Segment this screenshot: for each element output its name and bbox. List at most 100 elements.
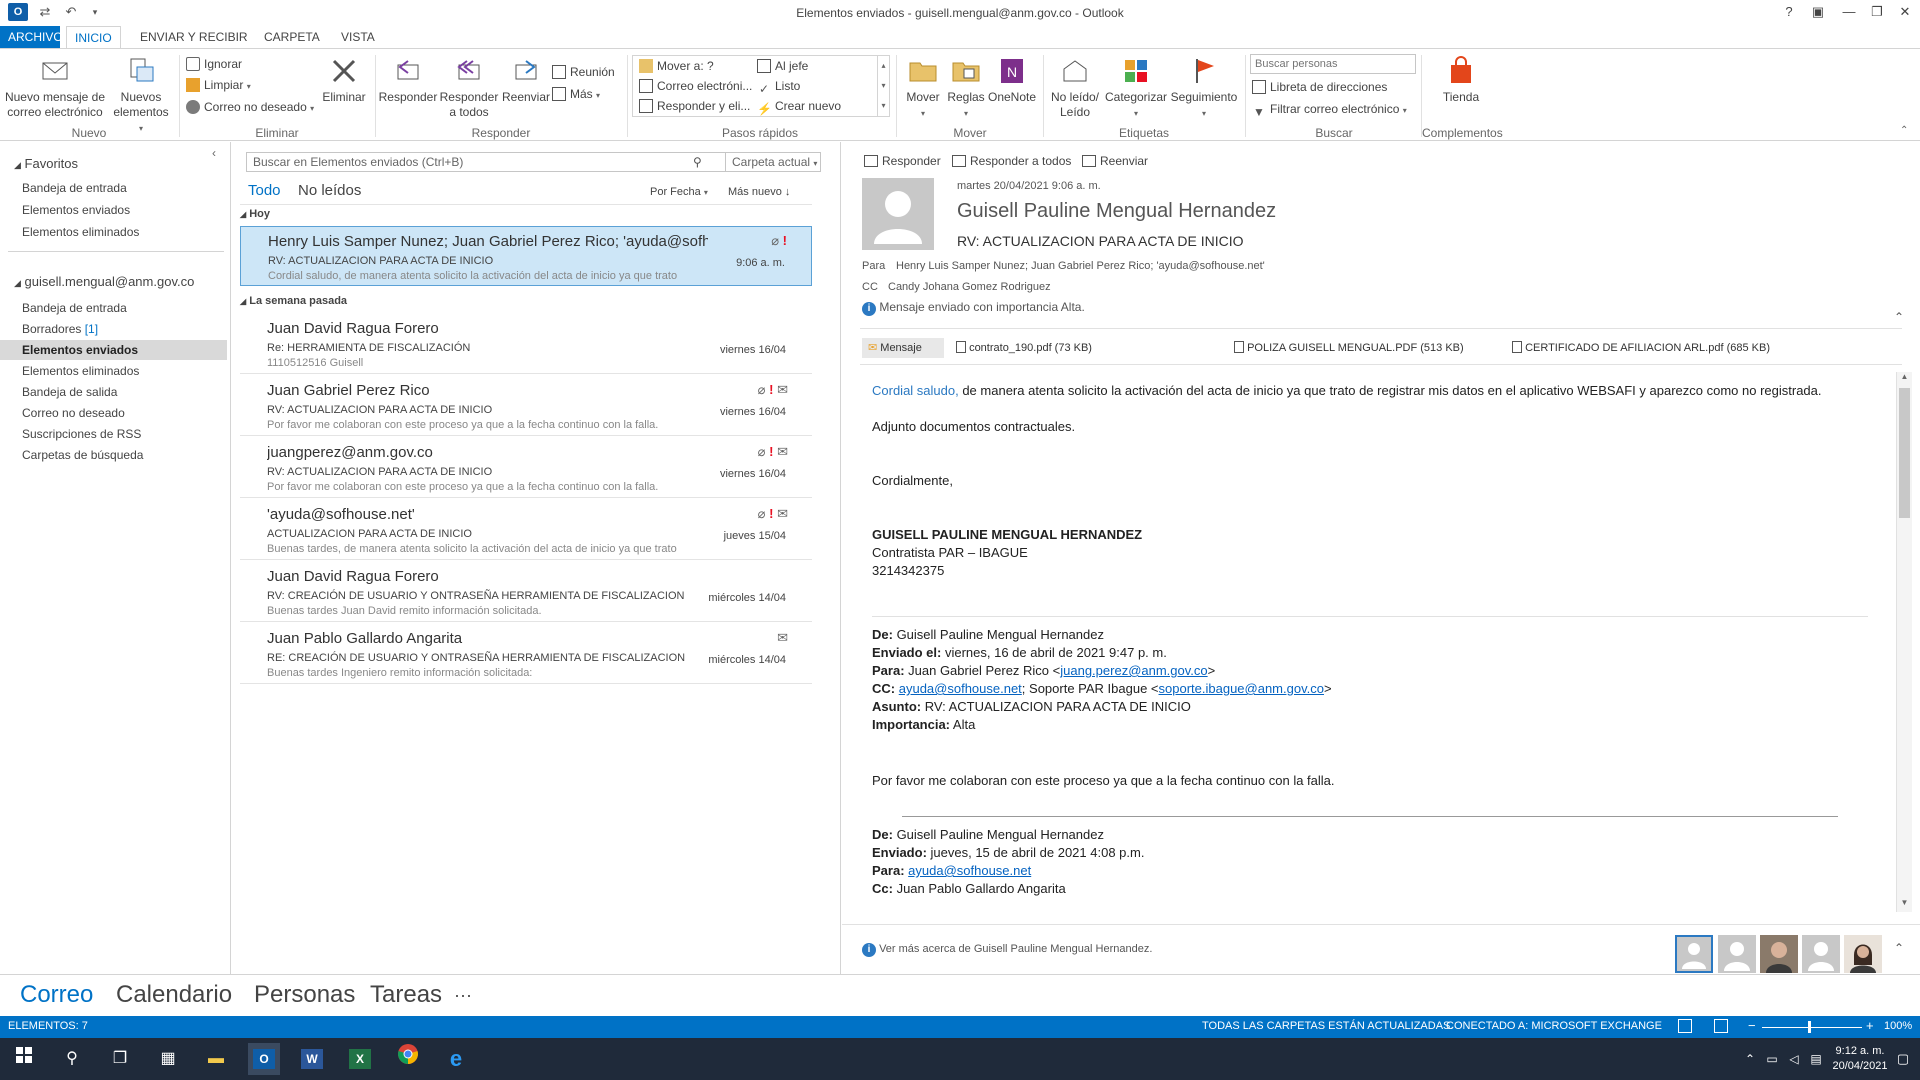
list-item[interactable]: Juan David Ragua Forero RV: CREACIÓN DE …: [240, 562, 812, 622]
store-button[interactable]: Tienda: [1428, 55, 1494, 105]
address-book-button[interactable]: Libreta de direcciones: [1252, 78, 1387, 96]
quick-steps-scrollbar[interactable]: ▴ ▾ ▾: [877, 56, 889, 116]
qs-boss-item[interactable]: Al jefe: [757, 57, 808, 75]
email-link[interactable]: ayuda@sofhouse.net: [908, 863, 1031, 878]
restore-button[interactable]: ❐: [1864, 2, 1890, 22]
edge-icon[interactable]: e: [440, 1043, 472, 1075]
taskbar-search-icon[interactable]: ⚲: [56, 1043, 88, 1075]
fav-item-inbox[interactable]: Bandeja de entrada: [0, 178, 227, 198]
search-scope-dropdown[interactable]: Carpeta actual ▾: [725, 153, 821, 171]
reading-forward-button[interactable]: Reenviar: [1082, 154, 1148, 168]
nav-more-options[interactable]: ···: [454, 985, 472, 1006]
calculator-icon[interactable]: ▦: [152, 1043, 184, 1075]
show-hidden-icons[interactable]: ⌃: [1740, 1043, 1760, 1075]
list-item[interactable]: 'ayuda@sofhouse.net' ⌀ ! ✉ ACTUALIZACION…: [240, 500, 812, 560]
reading-reply-all-button[interactable]: Responder a todos: [952, 154, 1071, 168]
search-people-input[interactable]: [1250, 54, 1416, 74]
nav-item-rss[interactable]: Suscripciones de RSS: [0, 424, 227, 444]
search-icon[interactable]: ⚲: [693, 153, 702, 171]
ribbon-display-icon[interactable]: ▣: [1805, 2, 1831, 22]
filter-all[interactable]: Todo: [248, 182, 281, 199]
file-explorer-icon[interactable]: ▬: [200, 1043, 232, 1075]
move-button[interactable]: Mover ▾: [900, 55, 946, 121]
people-more-info[interactable]: i Ver más acerca de Guisell Pauline Meng…: [862, 943, 1152, 957]
zoom-in-icon[interactable]: +: [1866, 1018, 1874, 1033]
sender-avatar[interactable]: [862, 178, 934, 250]
person-avatar[interactable]: [1802, 935, 1840, 973]
qs-new-item[interactable]: ⚡ Crear nuevo: [757, 97, 841, 116]
sort-order-toggle[interactable]: Más nuevo ↓: [728, 186, 790, 198]
chrome-icon[interactable]: [392, 1043, 424, 1075]
nav-item-junk[interactable]: Correo no deseado: [0, 403, 227, 423]
rules-button[interactable]: Reglas ▾: [946, 55, 986, 121]
excel-icon[interactable]: X: [344, 1043, 376, 1075]
group-header-today[interactable]: ◢ Hoy: [240, 208, 270, 220]
mail-search-box[interactable]: Buscar en Elementos enviados (Ctrl+B) ⚲ …: [246, 152, 821, 172]
filter-email-button[interactable]: ▼ Filtrar correo electrónico ▾: [1252, 100, 1407, 119]
nav-item-sent[interactable]: Elementos enviados: [0, 340, 227, 360]
junk-button[interactable]: Correo no deseado ▾: [186, 98, 314, 116]
network-icon[interactable]: ▭: [1762, 1043, 1782, 1075]
group-header-last-week[interactable]: ◢ La semana pasada: [240, 295, 347, 307]
new-items-button[interactable]: Nuevos elementos ▾: [112, 55, 170, 136]
email-link[interactable]: soporte.ibague@anm.gov.co: [1159, 681, 1324, 696]
scroll-down-icon[interactable]: ▼: [1897, 898, 1912, 912]
collapse-ribbon-icon[interactable]: ⌃: [1900, 125, 1908, 136]
fav-item-deleted[interactable]: Elementos eliminados: [0, 222, 227, 242]
onenote-button[interactable]: N OneNote: [986, 55, 1038, 105]
windows-start-icon[interactable]: [8, 1043, 40, 1075]
attachment-message-tab[interactable]: ✉ Mensaje: [862, 338, 944, 358]
filter-unread[interactable]: No leídos: [298, 182, 361, 199]
system-clock[interactable]: 9:12 a. m. 20/04/2021: [1832, 1044, 1888, 1074]
account-header[interactable]: ◢ guisell.mengual@anm.gov.co: [14, 274, 194, 289]
expand-people-pane-icon[interactable]: ⌃: [1894, 941, 1904, 955]
nav-item-drafts[interactable]: Borradores [1]: [0, 319, 227, 339]
scroll-thumb[interactable]: [1899, 388, 1910, 518]
attachment-file[interactable]: contrato_190.pdf (73 KB): [956, 338, 1092, 358]
list-item[interactable]: Juan Gabriel Perez Rico ⌀ ! ✉ RV: ACTUAL…: [240, 376, 812, 436]
nav-mail[interactable]: Correo: [20, 981, 93, 1009]
task-view-icon[interactable]: ❐: [104, 1043, 136, 1075]
delete-button[interactable]: Eliminar: [318, 55, 370, 105]
cc-recipients[interactable]: Candy Johana Gomez Rodriguez: [888, 281, 1051, 293]
nav-calendar[interactable]: Calendario: [116, 981, 232, 1009]
nav-item-inbox[interactable]: Bandeja de entrada: [0, 298, 227, 318]
tab-carpeta[interactable]: CARPETA: [256, 26, 328, 48]
nav-people[interactable]: Personas: [254, 981, 355, 1009]
ignore-button[interactable]: Ignorar: [186, 55, 242, 73]
attachment-file[interactable]: CERTIFICADO DE AFILIACION ARL.pdf (685 K…: [1512, 338, 1770, 358]
unread-read-button[interactable]: No leído/ Leído: [1046, 55, 1104, 120]
person-avatar[interactable]: [1675, 935, 1713, 973]
input-language-icon[interactable]: ▤: [1806, 1043, 1826, 1075]
reply-button[interactable]: Responder: [378, 55, 438, 105]
more-respond-button[interactable]: Más ▾: [552, 85, 600, 103]
zoom-slider[interactable]: [1762, 1027, 1862, 1028]
favorites-header[interactable]: ◢ Favoritos: [14, 156, 78, 171]
email-link[interactable]: ayuda@sofhouse.net: [899, 681, 1022, 696]
nav-tasks[interactable]: Tareas: [370, 981, 442, 1009]
attachment-file[interactable]: POLIZA GUISELL MENGUAL.PDF (513 KB): [1234, 338, 1464, 358]
outlook-taskbar-icon[interactable]: O: [248, 1043, 280, 1075]
followup-button[interactable]: Seguimiento ▾: [1168, 55, 1240, 121]
tab-archivo[interactable]: ARCHIVO: [0, 26, 63, 48]
sort-by-dropdown[interactable]: Por Fecha ▾: [650, 186, 708, 198]
meeting-button[interactable]: Reunión: [552, 63, 615, 81]
notifications-icon[interactable]: ▢: [1890, 1043, 1916, 1075]
sender-name[interactable]: Guisell Pauline Mengual Hernandez: [957, 200, 1276, 223]
volume-icon[interactable]: ◁: [1784, 1043, 1804, 1075]
nav-item-outbox[interactable]: Bandeja de salida: [0, 382, 227, 402]
scroll-up-icon[interactable]: ▲: [1897, 372, 1912, 386]
new-email-button[interactable]: Nuevo mensaje de correo electrónico: [4, 55, 106, 120]
list-item[interactable]: Henry Luis Samper Nunez; Juan Gabriel Pe…: [240, 226, 812, 286]
body-scrollbar[interactable]: ▲ ▼: [1896, 372, 1912, 912]
list-item[interactable]: Juan David Ragua Forero Re: HERRAMIENTA …: [240, 314, 812, 374]
person-photo[interactable]: [1760, 935, 1798, 973]
qs-move-item[interactable]: Mover a: ?: [639, 57, 714, 75]
categorize-button[interactable]: Categorizar ▾: [1104, 55, 1168, 121]
list-item[interactable]: juangperez@anm.gov.co ⌀ ! ✉ RV: ACTUALIZ…: [240, 438, 812, 498]
reply-all-button[interactable]: Responder a todos: [438, 55, 500, 120]
normal-view-icon[interactable]: [1678, 1019, 1692, 1033]
help-icon[interactable]: ?: [1776, 2, 1802, 22]
zoom-out-icon[interactable]: −: [1748, 1018, 1756, 1033]
forward-button[interactable]: Reenviar: [500, 55, 552, 105]
